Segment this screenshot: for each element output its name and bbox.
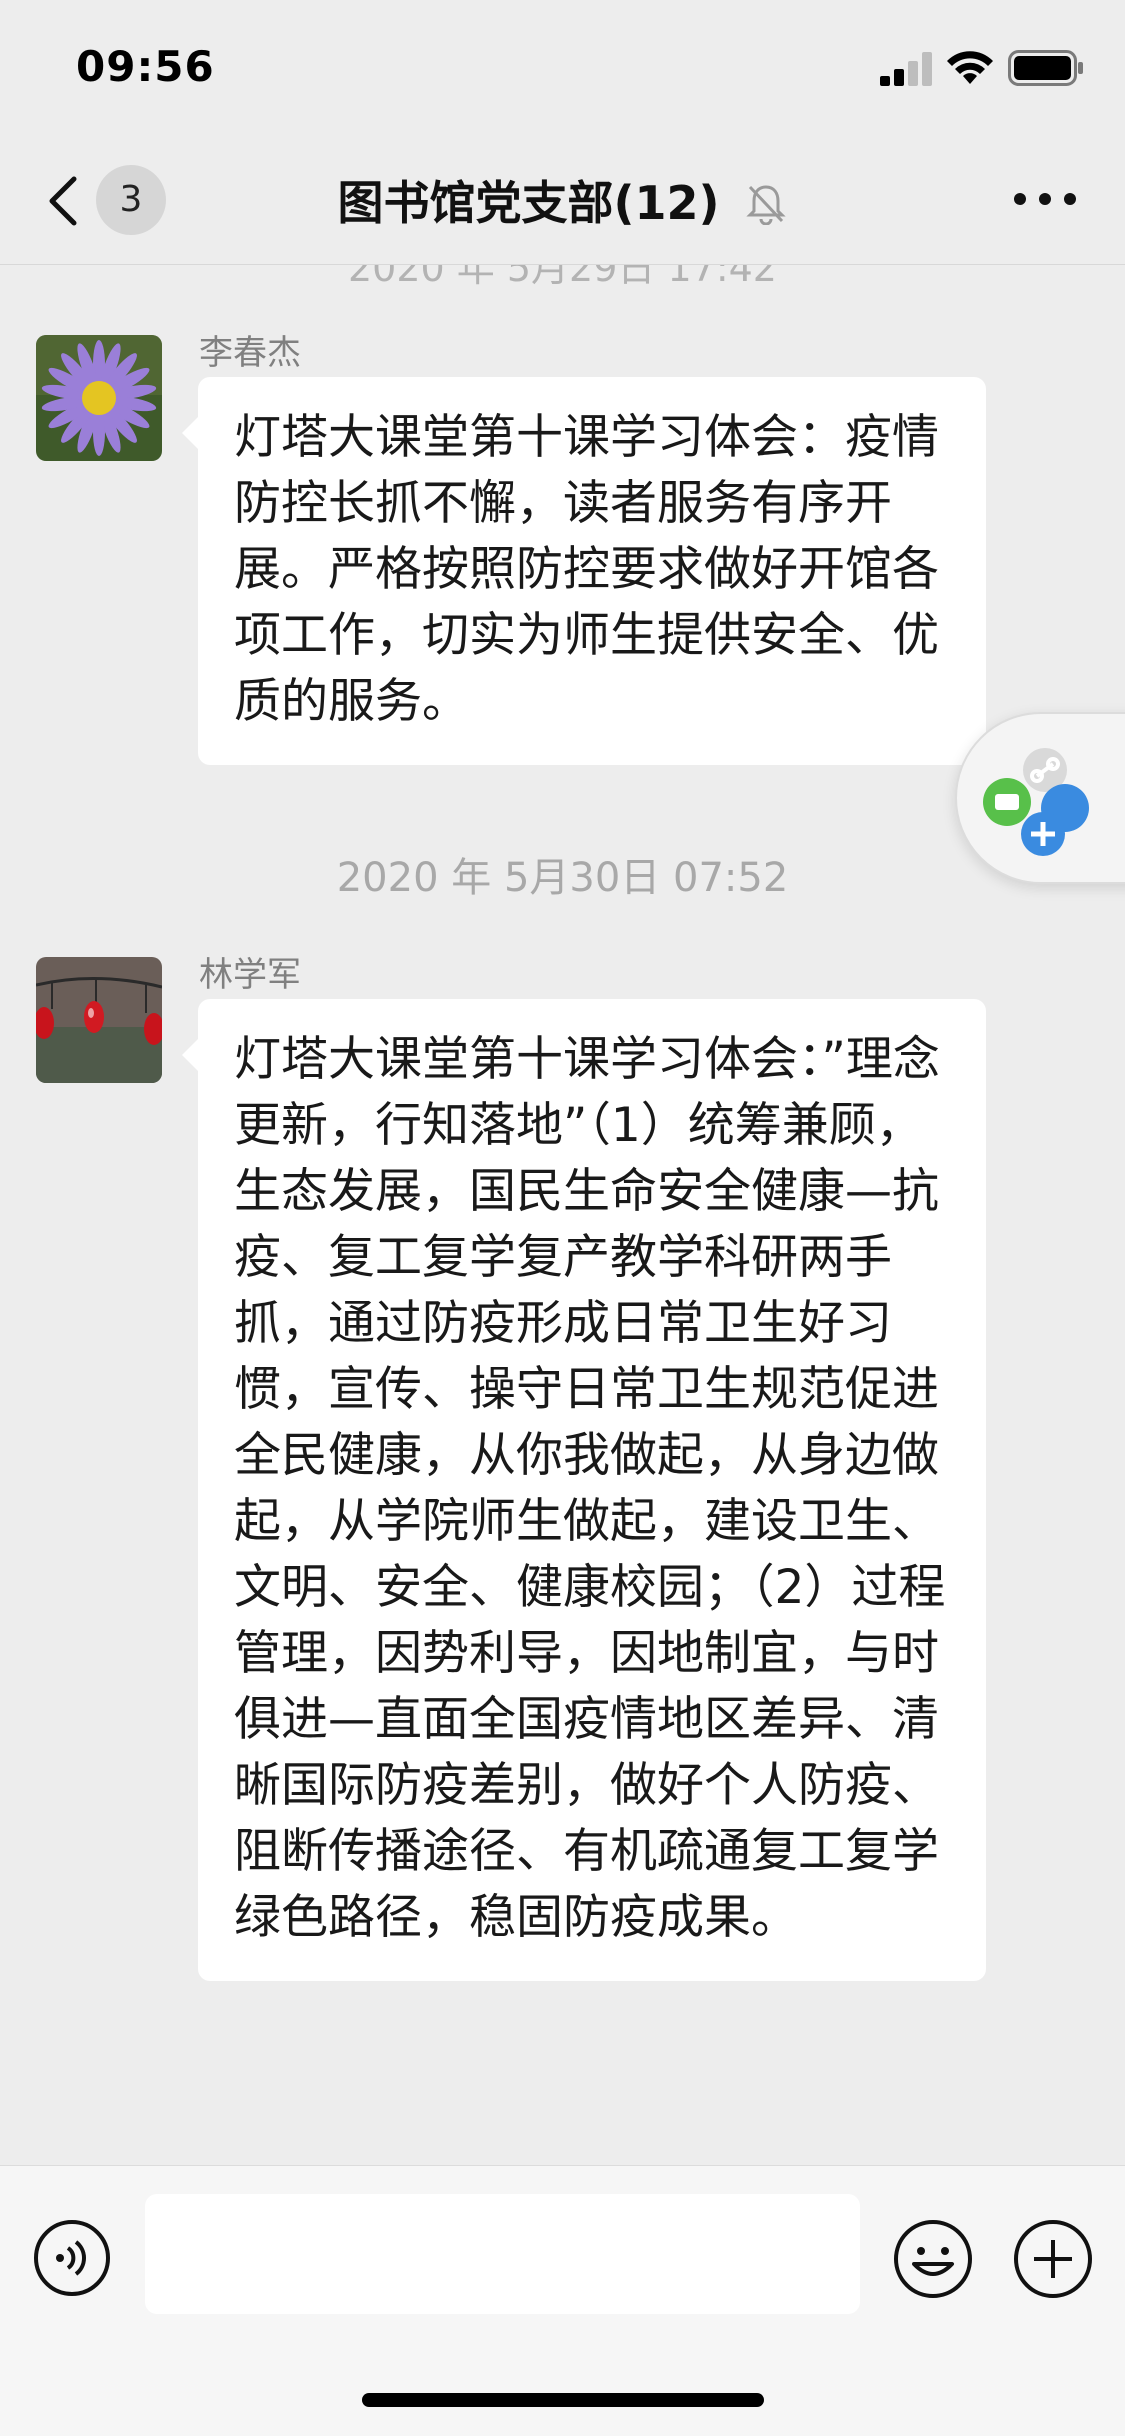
message-item: 林学军 灯塔大课堂第十课学习体会：”理念更新，行知落地”（1）统筹兼顾，生态发展… <box>36 955 1086 2165</box>
status-time: 09:56 <box>76 42 215 91</box>
floating-window-ball[interactable] <box>955 712 1125 884</box>
chat-title: 图书馆党支部(12) <box>337 176 720 230</box>
home-indicator[interactable] <box>362 2393 764 2407</box>
emoji-icon[interactable] <box>892 2218 974 2300</box>
sender-name: 林学军 <box>199 955 301 995</box>
message-bubble[interactable]: 灯塔大课堂第十课学习体会：”理念更新，行知落地”（1）统筹兼顾，生态发展，国民生… <box>182 999 986 1981</box>
sender-name: 李春杰 <box>199 333 301 373</box>
nav-bar: 3 图书馆党支部(12) <box>0 135 1125 265</box>
voice-icon[interactable] <box>32 2218 112 2298</box>
battery-icon <box>1008 50 1083 86</box>
message-input[interactable] <box>145 2194 860 2314</box>
chat-screen: 09:56 3 图书馆党支部(12) 2020 年 5月29日 17:42 李春… <box>0 0 1125 2436</box>
avatar[interactable] <box>36 957 162 1083</box>
message-bubble[interactable]: 灯塔大课堂第十课学习体会：疫情防控长抓不懈，读者服务有序开展。严格按照防控要求做… <box>182 377 986 765</box>
signal-icon <box>880 52 932 86</box>
mute-bell-icon <box>745 185 786 225</box>
avatar[interactable] <box>36 335 162 461</box>
plus-icon[interactable] <box>1012 2218 1094 2300</box>
more-dots-icon[interactable] <box>1010 187 1080 211</box>
status-bar: 09:56 <box>0 0 1125 135</box>
timestamp: 2020 年 5月29日 17:42 <box>348 265 777 290</box>
red-berries-image <box>36 957 162 1083</box>
message-list[interactable]: 2020 年 5月29日 17:42 李春杰 灯塔大课堂第十课学习体会：疫情防控… <box>0 265 1125 2165</box>
chat-title-wrap: 图书馆党支部(12) <box>0 167 1125 233</box>
purple-aster-flower-image <box>36 335 162 461</box>
floating-ball-icons <box>983 748 1089 856</box>
message-item: 李春杰 灯塔大课堂第十课学习体会：疫情防控长抓不懈，读者服务有序开展。严格按照防… <box>36 333 1086 775</box>
wifi-icon <box>947 51 993 84</box>
